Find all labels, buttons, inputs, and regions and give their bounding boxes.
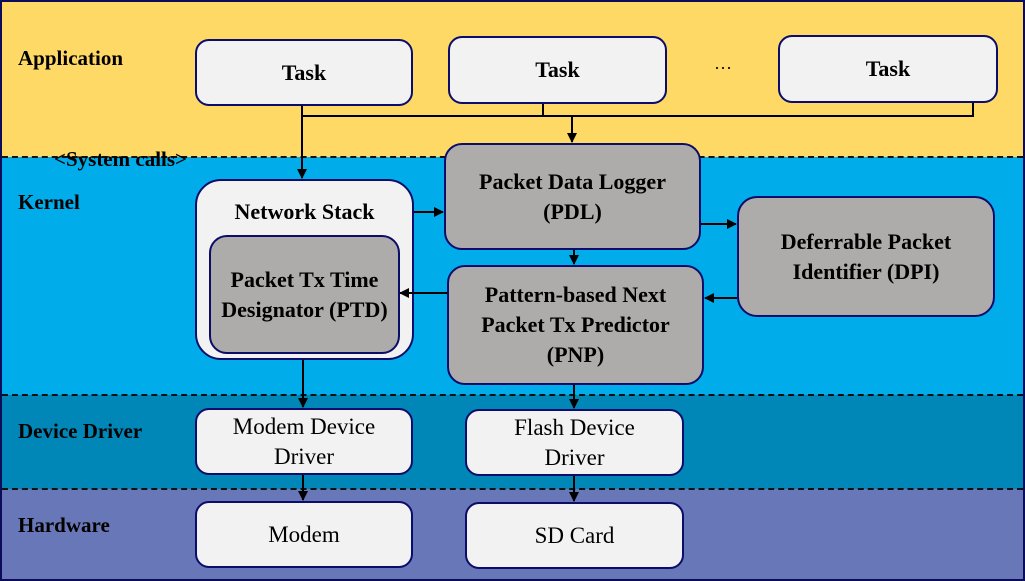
flash-device-driver-box: Flash Device Driver <box>465 409 684 476</box>
kernel-label: Kernel <box>18 190 80 214</box>
dpi-label: Deferrable Packet Identifier (DPI) <box>780 228 952 284</box>
ptd-box: Packet Tx Time Designator (PTD) <box>209 235 400 354</box>
task-box: Task <box>448 36 667 104</box>
system-calls-label: <System calls> <box>54 147 188 171</box>
more-tasks-ellipsis: ··· <box>714 58 732 78</box>
task-box: Task <box>778 35 998 103</box>
pdl-box: Packet Data Logger (PDL) <box>444 143 701 250</box>
pdl-label: Packet Data Logger (PDL) <box>479 168 666 224</box>
sd-card-box: SD Card <box>465 502 684 569</box>
dpi-box: Deferrable Packet Identifier (DPI) <box>737 196 995 317</box>
task-label: Task <box>281 59 327 85</box>
network-stack-box: Network Stack Packet Tx Time Designator … <box>195 179 414 360</box>
pnp-box: Pattern-based Next Packet Tx Predictor (… <box>447 265 704 385</box>
architecture-diagram: Application Kernel Device Driver Hardwar… <box>0 0 1025 581</box>
network-stack-title: Network Stack <box>234 199 375 224</box>
modem-label: Modem <box>268 521 340 547</box>
kernel-driver-boundary <box>2 394 1023 396</box>
task-label: Task <box>865 56 911 81</box>
task-box: Task <box>195 39 413 106</box>
modem-device-driver-box: Modem Device Driver <box>195 408 413 475</box>
driver-hardware-boundary <box>2 488 1023 490</box>
ptd-label: Packet Tx Time Designator (PTD) <box>221 266 388 322</box>
hardware-label: Hardware <box>18 513 110 537</box>
application-label: Application <box>18 46 124 70</box>
modem-device-driver-label: Modem Device Driver <box>232 413 376 469</box>
device-driver-label: Device Driver <box>18 419 143 443</box>
task-label: Task <box>535 57 580 82</box>
sd-card-label: SD Card <box>534 522 615 548</box>
pnp-label: Pattern-based Next Packet Tx Predictor (… <box>481 282 670 367</box>
flash-device-driver-label: Flash Device Driver <box>514 414 635 470</box>
modem-box: Modem <box>195 501 413 568</box>
